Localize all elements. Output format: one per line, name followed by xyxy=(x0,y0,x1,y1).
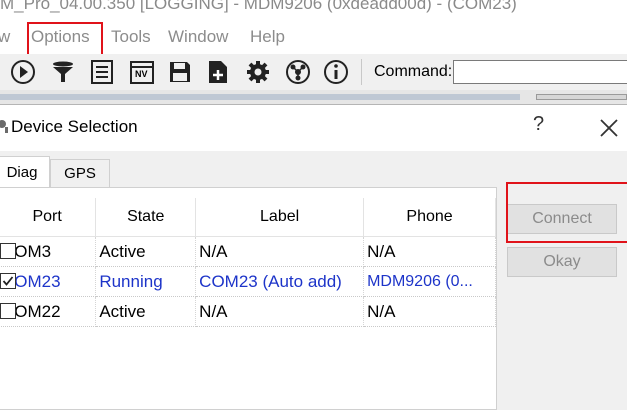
options-highlight-box xyxy=(27,22,103,58)
port-cell: COM3 xyxy=(0,236,97,267)
menu-tools[interactable]: Tools xyxy=(111,27,151,47)
phone-cell: N/A xyxy=(363,296,496,327)
state-cell: Active xyxy=(95,296,197,327)
menu-view[interactable]: w xyxy=(0,27,10,47)
background-header xyxy=(0,94,520,100)
device-table: Port State Label Phone COM3 Active N/A N… xyxy=(0,198,496,327)
tab-gps[interactable]: GPS xyxy=(50,159,110,187)
row-checkbox[interactable] xyxy=(0,243,16,259)
column-header-state[interactable]: State xyxy=(95,198,197,237)
table-header-row: Port State Label Phone xyxy=(0,198,496,237)
command-label: Command: xyxy=(374,63,453,80)
tab-diag[interactable]: Diag xyxy=(0,156,50,187)
port-cell: COM23 xyxy=(0,266,97,297)
row-checkbox[interactable] xyxy=(0,303,16,319)
command-input[interactable] xyxy=(453,60,627,84)
connect-highlight-box xyxy=(506,182,627,243)
phone-cell: MDM9206 (0... xyxy=(363,266,496,297)
port-cell: COM22 xyxy=(0,296,97,327)
menu-window[interactable]: Window xyxy=(168,27,228,47)
new-file-icon[interactable] xyxy=(204,58,232,86)
table-row[interactable]: COM22 Active N/A N/A xyxy=(0,296,496,327)
app-title-bar: M_Pro_04.00.350 [LOGGING] - MDM9206 (0xd… xyxy=(0,0,627,22)
nv-icon[interactable]: NV xyxy=(128,58,156,86)
play-icon[interactable] xyxy=(9,58,37,86)
background-button xyxy=(536,94,627,100)
close-icon[interactable] xyxy=(598,117,620,139)
table-row[interactable]: COM3 Active N/A N/A xyxy=(0,236,496,267)
help-button[interactable]: ? xyxy=(533,113,544,136)
background-pane xyxy=(0,90,627,104)
device-list-panel: Port State Label Phone COM3 Active N/A N… xyxy=(0,187,497,410)
network-icon[interactable] xyxy=(284,58,312,86)
column-header-phone[interactable]: Phone xyxy=(363,198,496,237)
save-icon[interactable] xyxy=(166,58,194,86)
device-selection-dialog: Device Selection ? Diag GPS Port State L… xyxy=(0,104,627,410)
okay-button[interactable]: Okay xyxy=(507,247,617,277)
app-title: M_Pro_04.00.350 [LOGGING] - MDM9206 (0xd… xyxy=(0,0,517,13)
label-cell: N/A xyxy=(195,236,365,267)
state-cell: Running xyxy=(95,266,197,297)
table-row[interactable]: COM23 Running COM23 (Auto add) MDM9206 (… xyxy=(0,266,496,297)
state-cell: Active xyxy=(95,236,197,267)
list-icon[interactable] xyxy=(88,58,116,86)
column-header-port[interactable]: Port xyxy=(0,198,97,237)
tab-diag-label: Diag xyxy=(6,163,38,181)
column-header-label[interactable]: Label xyxy=(195,198,365,237)
phone-cell: N/A xyxy=(363,236,496,267)
toolbar: NV Command: xyxy=(0,54,627,90)
nv-icon-text: NV xyxy=(135,69,148,79)
tab-gps-label: GPS xyxy=(64,165,96,182)
label-cell: N/A xyxy=(195,296,365,327)
menu-help[interactable]: Help xyxy=(250,27,285,47)
filter-icon[interactable] xyxy=(49,58,77,86)
row-checkbox-checked[interactable] xyxy=(0,273,16,289)
toolbar-separator xyxy=(361,59,362,85)
dialog-title-icon xyxy=(0,120,8,133)
gear-icon[interactable] xyxy=(244,58,272,86)
checkmark-icon xyxy=(2,276,14,286)
label-cell: COM23 (Auto add) xyxy=(195,266,365,297)
dialog-title: Device Selection xyxy=(11,117,138,136)
info-icon[interactable] xyxy=(322,58,350,86)
